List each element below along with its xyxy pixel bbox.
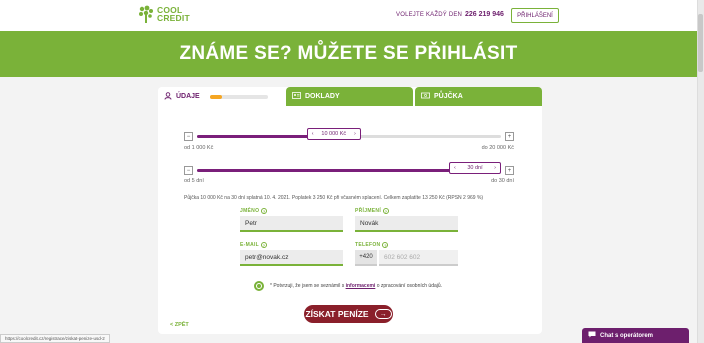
consent-radio[interactable] (254, 281, 264, 291)
tree-logo-icon (139, 5, 153, 23)
help-icon[interactable]: ? (261, 242, 268, 248)
email-label: E-MAIL? (240, 242, 268, 248)
days-value-box[interactable]: ‹ 30 dní › (449, 162, 501, 174)
help-icon[interactable]: ? (383, 208, 390, 214)
amount-min-label: od 1 000 Kč (184, 145, 214, 151)
money-icon (421, 92, 430, 101)
help-icon[interactable]: ? (382, 242, 389, 248)
chevron-left-icon[interactable]: ‹ (312, 131, 314, 137)
chevron-right-icon[interactable]: › (354, 131, 356, 137)
chat-button[interactable]: Chat s operátorem (582, 328, 689, 343)
top-bar: COOL CREDIT VOLEJTE KAŽDÝ DEN 226 219 94… (0, 0, 704, 31)
chat-bubble-icon (588, 331, 596, 340)
phone-label: TELEFON? (355, 242, 389, 248)
logo[interactable]: COOL CREDIT (138, 5, 190, 23)
phone-field[interactable]: 602 602 602 (379, 250, 458, 266)
days-increase-button[interactable]: + (505, 166, 514, 175)
phone-number[interactable]: 226 219 946 (465, 11, 504, 18)
back-link[interactable]: < ZPĚT (170, 322, 189, 328)
last-name-label: PŘÍJMENÍ? (355, 208, 390, 214)
loan-summary: Půjčka 10 000 Kč na 30 dní splatná 10. 4… (184, 195, 484, 201)
help-icon[interactable]: ? (261, 208, 268, 214)
user-icon (164, 91, 172, 102)
progress-bar (209, 94, 268, 99)
chat-label: Chat s operátorem (600, 332, 654, 339)
days-min-label: od 5 dní (184, 178, 204, 184)
page-title: ZNÁME SE? MŮŽETE SE PŘIHLÁSIT (179, 43, 518, 64)
amount-increase-button[interactable]: + (505, 132, 514, 141)
arrow-right-icon: → (374, 309, 392, 319)
submit-button[interactable]: ZÍSKAT PENÍZE → (304, 305, 393, 323)
days-max-label: do 30 dní (491, 178, 514, 184)
amount-decrease-button[interactable]: − (184, 132, 193, 141)
consent-text-before: * Potvrzuji, že jsem se seznámil s (270, 283, 345, 289)
page-scrollbar[interactable] (697, 0, 704, 343)
tab-doklady-label: DOKLADY (305, 93, 340, 100)
form-card (158, 87, 542, 334)
consent-text-after: o zpracování osobních údajů. (376, 283, 443, 289)
tab-udaje[interactable]: ÚDAJE (158, 87, 284, 106)
submit-label: ZÍSKAT PENÍZE (305, 309, 369, 319)
login-button[interactable]: PŘIHLÁŠENÍ (511, 8, 559, 23)
consent-info-link[interactable]: informacemi (346, 283, 376, 289)
hero-banner: ZNÁME SE? MŮŽETE SE PŘIHLÁSIT (0, 31, 697, 77)
days-value: 30 dní (467, 165, 483, 171)
scrollbar-thumb[interactable] (698, 14, 703, 72)
days-slider[interactable]: − ‹ 30 dní › + (184, 162, 514, 176)
browser-status-url: https://coolcredit.cz/registrace/ziskat-… (0, 334, 110, 343)
first-name-field[interactable]: Petr (240, 216, 343, 232)
amount-value-box[interactable]: ‹ 10 000 Kč › (306, 128, 361, 140)
tab-pujcka-label: PŮJČKA (434, 93, 463, 100)
progress-fill (209, 94, 223, 99)
email-field[interactable]: petr@novak.cz (240, 250, 343, 266)
amount-value: 10 000 Kč (321, 131, 347, 137)
phone-prefix: +420 (355, 250, 377, 266)
chevron-right-icon[interactable]: › (494, 165, 496, 171)
logo-text-line2: CREDIT (157, 13, 190, 23)
tab-pujcka[interactable]: PŮJČKA (415, 87, 542, 106)
id-card-icon (292, 92, 301, 101)
first-name-label: JMÉNO? (240, 208, 268, 214)
call-label: VOLEJTE KAŽDÝ DEN (396, 12, 463, 18)
last-name-field[interactable]: Novák (355, 216, 458, 232)
consent-row[interactable]: * Potvrzuji, že jsem se seznámil s infor… (254, 281, 442, 291)
tab-udaje-label: ÚDAJE (176, 93, 200, 100)
tab-doklady[interactable]: DOKLADY (286, 87, 413, 106)
amount-max-label: do 20 000 Kč (481, 145, 514, 151)
days-decrease-button[interactable]: − (184, 166, 193, 175)
amount-slider[interactable]: − ‹ 10 000 Kč › + (184, 128, 514, 142)
chevron-left-icon[interactable]: ‹ (454, 165, 456, 171)
